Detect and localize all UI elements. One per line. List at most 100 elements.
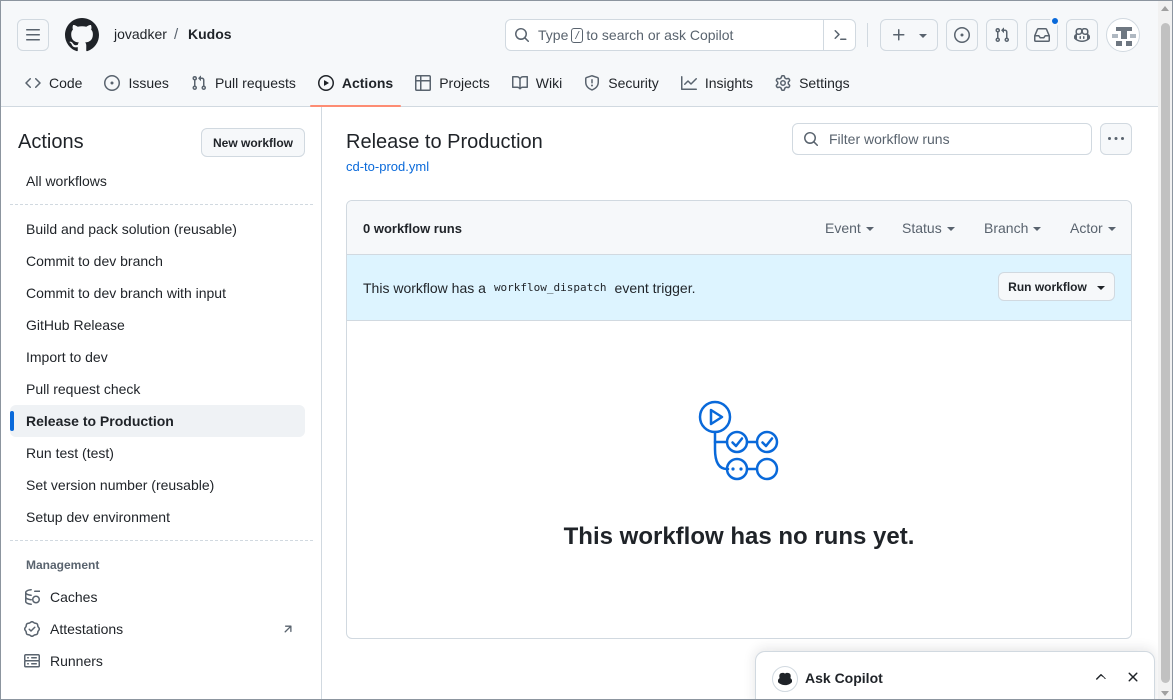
tab-insights[interactable]: Insights xyxy=(673,65,761,101)
issues-button[interactable] xyxy=(946,19,978,51)
issue-opened-icon xyxy=(954,27,970,43)
command-palette-button[interactable] xyxy=(823,19,855,51)
copilot-button[interactable] xyxy=(1066,19,1098,51)
breadcrumb-owner[interactable]: jovadker xyxy=(114,26,167,42)
table-icon xyxy=(415,75,432,91)
dispatch-prefix: This workflow has a xyxy=(363,279,486,296)
sidebar-workflow-item[interactable]: Import to dev xyxy=(10,341,305,373)
repo-navigation: Code Issues Pull requests Actions Projec… xyxy=(17,65,864,107)
sidebar-workflow-item[interactable]: Commit to dev branch xyxy=(10,245,305,277)
filter-workflow-runs-input[interactable] xyxy=(829,131,1079,147)
tab-insights-label: Insights xyxy=(704,75,754,91)
actor-filter-label: Actor xyxy=(1070,220,1103,236)
pull-requests-button[interactable] xyxy=(986,19,1018,51)
chevron-down-icon xyxy=(946,227,955,231)
tab-issues[interactable]: Issues xyxy=(96,65,176,101)
github-logo-icon[interactable] xyxy=(65,18,99,52)
actor-filter-dropdown[interactable]: Actor xyxy=(1070,220,1116,236)
chevron-down-icon xyxy=(1096,285,1105,290)
hamburger-icon xyxy=(26,29,40,41)
sidebar-workflow-item[interactable]: GitHub Release xyxy=(10,309,305,341)
sidebar-item-attestations[interactable]: Attestations xyxy=(10,613,305,645)
tab-security[interactable]: Security xyxy=(576,65,667,101)
tab-projects[interactable]: Projects xyxy=(407,65,498,101)
event-filter-dropdown[interactable]: Event xyxy=(825,220,874,236)
sidebar-workflow-item[interactable]: Commit to dev branch with input xyxy=(10,277,305,309)
tab-settings[interactable]: Settings xyxy=(767,65,858,101)
scroll-down-arrow-icon[interactable] xyxy=(1161,691,1169,696)
sidebar-workflow-item-active[interactable]: Release to Production xyxy=(10,405,305,437)
run-workflow-label: Run workflow xyxy=(1008,279,1087,294)
menu-button[interactable] xyxy=(17,19,49,51)
inbox-icon xyxy=(1034,28,1050,42)
chevron-down-icon xyxy=(919,34,927,38)
ask-copilot-panel[interactable]: Ask Copilot xyxy=(755,651,1155,699)
page-scrollbar[interactable] xyxy=(1158,1,1172,699)
sidebar-workflow-item[interactable]: Build and pack solution (reusable) xyxy=(10,213,305,245)
tab-code[interactable]: Code xyxy=(17,65,90,101)
cache-icon xyxy=(25,589,40,605)
sidebar-divider xyxy=(10,540,313,541)
attestations-label: Attestations xyxy=(50,621,124,637)
new-workflow-button[interactable]: New workflow xyxy=(201,128,305,157)
global-search-input[interactable]: Type / to search or ask Copilot xyxy=(505,19,856,51)
close-icon[interactable] xyxy=(1125,669,1141,685)
dispatch-event-code: workflow_dispatch xyxy=(493,281,607,294)
branch-filter-dropdown[interactable]: Branch xyxy=(984,220,1042,236)
browser-window: jovadker / Kudos Type / to search or ask… xyxy=(0,0,1173,700)
dispatch-message: This workflow has a workflow_dispatch ev… xyxy=(363,279,695,296)
sidebar-item-runners[interactable]: Runners xyxy=(10,645,305,677)
plus-icon xyxy=(893,29,905,41)
copilot-badge xyxy=(772,666,798,692)
gear-icon xyxy=(775,75,791,91)
git-pull-request-icon xyxy=(995,27,1010,43)
breadcrumb-separator: / xyxy=(174,26,179,43)
global-header: jovadker / Kudos Type / to search or ask… xyxy=(1,1,1158,107)
scroll-up-arrow-icon[interactable] xyxy=(1161,6,1169,11)
filter-workflow-runs-field[interactable] xyxy=(792,123,1092,155)
copilot-icon xyxy=(778,672,792,686)
tab-security-label: Security xyxy=(608,75,659,91)
sidebar-divider xyxy=(10,204,313,205)
caches-label: Caches xyxy=(50,589,98,605)
search-placeholder: Type / to search or ask Copilot xyxy=(538,27,733,43)
shield-icon xyxy=(585,75,600,91)
sidebar-item-caches[interactable]: Caches xyxy=(10,581,305,613)
workflow-file-link[interactable]: cd-to-prod.yml xyxy=(346,159,429,174)
sidebar-workflow-item[interactable]: Run test (test) xyxy=(10,437,305,469)
sidebar-title: Actions xyxy=(18,131,84,153)
sidebar-workflow-item[interactable]: Setup dev environment xyxy=(10,501,305,533)
chevron-down-icon xyxy=(1107,227,1116,231)
header-divider xyxy=(867,23,868,47)
user-avatar[interactable] xyxy=(1106,18,1140,52)
verified-icon xyxy=(24,621,40,637)
runners-label: Runners xyxy=(50,653,103,669)
tab-pull-requests[interactable]: Pull requests xyxy=(183,65,304,101)
branch-filter-label: Branch xyxy=(984,220,1029,236)
empty-state-message: This workflow has no runs yet. xyxy=(563,523,915,550)
sidebar-item-all-workflows[interactable]: All workflows xyxy=(10,165,305,197)
run-workflow-button[interactable]: Run workflow xyxy=(998,272,1115,301)
tab-wiki[interactable]: Wiki xyxy=(504,65,570,101)
terminal-icon xyxy=(833,30,846,40)
status-filter-dropdown[interactable]: Status xyxy=(902,220,955,236)
search-suffix-text: to search or ask Copilot xyxy=(586,27,734,43)
workflow-dispatch-banner: This workflow has a workflow_dispatch ev… xyxy=(347,255,1131,321)
search-icon xyxy=(515,28,530,43)
dispatch-suffix: event trigger. xyxy=(614,279,696,296)
notification-indicator xyxy=(1050,16,1060,26)
scrollbar-thumb[interactable] xyxy=(1161,23,1170,683)
git-pull-request-icon xyxy=(192,75,206,91)
sidebar-workflow-item[interactable]: Pull request check xyxy=(10,373,305,405)
create-new-button[interactable] xyxy=(880,19,938,51)
workflow-runs-header: 0 workflow runs Event Status Branch Acto… xyxy=(347,201,1131,255)
tab-wiki-label: Wiki xyxy=(535,75,563,91)
more-options-button[interactable] xyxy=(1100,123,1132,155)
sidebar-workflow-item[interactable]: Set version number (reusable) xyxy=(10,469,305,501)
breadcrumb-repo[interactable]: Kudos xyxy=(188,26,232,42)
tab-actions[interactable]: Actions xyxy=(309,65,402,107)
status-filter-label: Status xyxy=(902,220,942,236)
workflow-empty-state-icon xyxy=(698,400,779,481)
chevron-up-icon[interactable] xyxy=(1093,669,1109,685)
server-icon xyxy=(24,654,40,668)
